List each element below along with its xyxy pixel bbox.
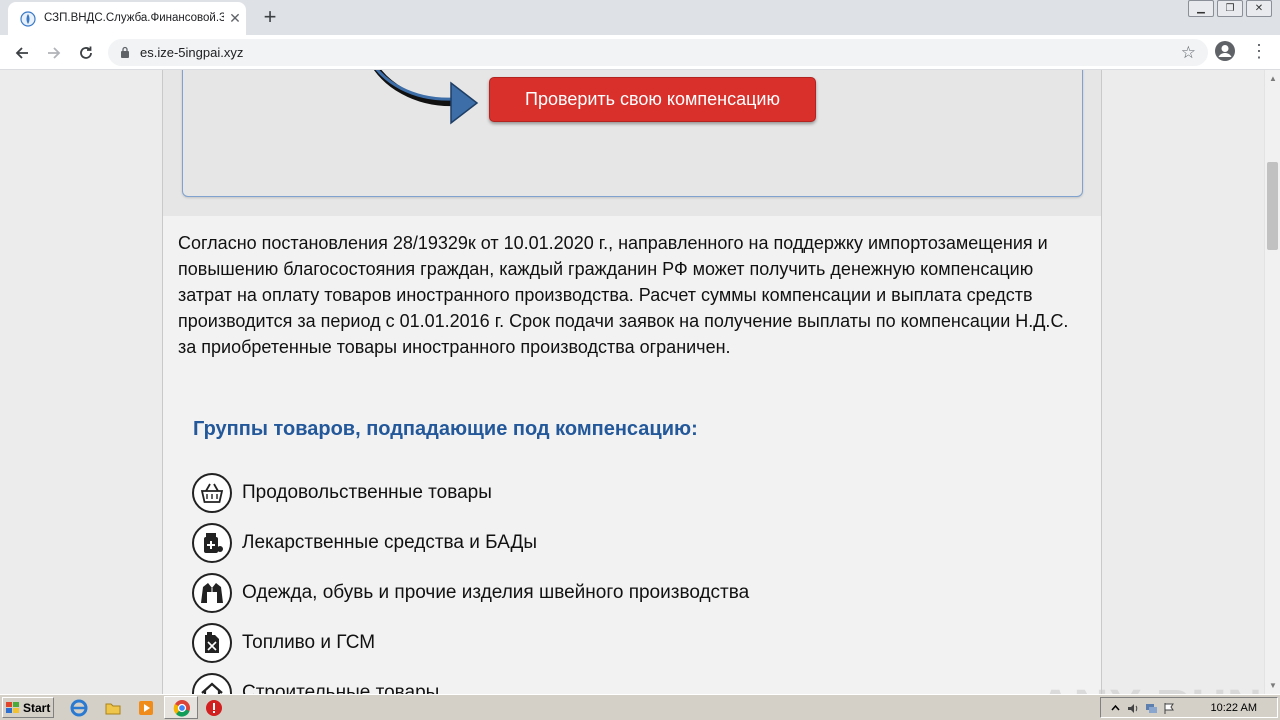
jacket-icon xyxy=(192,573,232,613)
lock-icon xyxy=(121,46,129,58)
close-window-button[interactable]: ✕ xyxy=(1246,0,1272,17)
back-arrow-icon xyxy=(15,47,28,59)
new-tab-button[interactable]: + xyxy=(258,5,282,29)
page-content: Проверить свою компенсацию Согласно пост… xyxy=(162,70,1102,694)
browser-tab[interactable]: СЗП.ВНДС.Служба.Финансовой.За ✕ xyxy=(8,2,246,35)
chrome-taskbar-button[interactable] xyxy=(164,696,198,719)
group-label: Продовольственные товары xyxy=(242,482,492,503)
folder-icon[interactable] xyxy=(104,699,122,717)
house-icon xyxy=(192,673,232,694)
toolbar: es.ize-5ingpai.xyz ☆ xyxy=(0,35,1280,70)
pointing-arrow-icon xyxy=(374,70,479,125)
product-groups-list: Продовольственные товары Лекарственные с… xyxy=(192,473,1052,694)
tab-strip: СЗП.ВНДС.Служба.Финансовой.За ✕ + ▁ ❐ ✕ xyxy=(0,0,1280,35)
window-controls: ▁ ❐ ✕ xyxy=(1185,0,1272,18)
list-item: Топливо и ГСМ xyxy=(192,623,1052,673)
compensation-form: Проверить свою компенсацию xyxy=(182,70,1083,197)
scroll-down-arrow-icon[interactable]: ▼ xyxy=(1269,681,1277,690)
reload-button[interactable] xyxy=(74,41,98,65)
restore-button[interactable]: ❐ xyxy=(1217,0,1243,17)
clock: 10:22 AM xyxy=(1210,702,1257,714)
tray-expand-icon[interactable] xyxy=(1109,702,1122,715)
tab-title: СЗП.ВНДС.Служба.Финансовой.За xyxy=(44,12,224,24)
volume-icon[interactable] xyxy=(1127,702,1140,715)
check-compensation-button[interactable]: Проверить свою компенсацию xyxy=(489,77,816,122)
vertical-scrollbar[interactable]: ▲ ▼ xyxy=(1264,70,1280,694)
medicine-icon xyxy=(192,523,232,563)
address-bar[interactable]: es.ize-5ingpai.xyz ☆ xyxy=(108,39,1208,66)
compensation-form-section: Проверить свою компенсацию xyxy=(163,70,1101,216)
start-button[interactable]: Start xyxy=(2,697,54,718)
url-text: es.ize-5ingpai.xyz xyxy=(140,45,244,60)
reload-icon xyxy=(80,46,92,59)
basket-icon xyxy=(192,473,232,513)
chrome-icon xyxy=(173,700,190,717)
action-center-flag-icon[interactable] xyxy=(1163,702,1176,715)
scroll-up-arrow-icon[interactable]: ▲ xyxy=(1269,74,1277,83)
site-favicon-icon xyxy=(20,11,36,27)
list-item: Одежда, обувь и прочие изделия швейного … xyxy=(192,573,1052,623)
taskbar: Start 10:22 AM xyxy=(0,694,1280,720)
group-label: Одежда, обувь и прочие изделия швейного … xyxy=(242,582,750,603)
group-label: Строительные товары xyxy=(242,682,440,694)
windows-flag-icon xyxy=(6,701,19,713)
network-icon[interactable] xyxy=(1145,702,1158,715)
profile-avatar-icon[interactable] xyxy=(1214,40,1236,62)
watermark-logo: ANY RUN xyxy=(1038,680,1263,694)
list-item: Строительные товары xyxy=(192,673,1052,694)
start-label: Start xyxy=(23,700,51,715)
internet-explorer-icon[interactable] xyxy=(70,699,88,717)
page-viewport: Проверить свою компенсацию Согласно пост… xyxy=(0,70,1264,694)
group-label: Лекарственные средства и БАДы xyxy=(242,532,538,553)
list-item: Продовольственные товары xyxy=(192,473,1052,523)
scroll-thumb[interactable] xyxy=(1267,162,1278,250)
system-tray: 10:22 AM xyxy=(1100,697,1278,718)
forward-arrow-icon xyxy=(48,47,61,59)
group-label: Топливо и ГСМ xyxy=(242,632,376,653)
forward-button[interactable] xyxy=(42,41,66,65)
tab-close-icon[interactable]: ✕ xyxy=(228,11,242,25)
browser-menu-icon[interactable]: ⋮ xyxy=(1250,42,1268,62)
list-item: Лекарственные средства и БАДы xyxy=(192,523,1052,573)
groups-heading: Группы товаров, подпадающие под компенса… xyxy=(193,418,698,440)
bookmark-star-icon[interactable]: ☆ xyxy=(1181,43,1196,63)
media-player-icon[interactable] xyxy=(137,699,155,717)
back-button[interactable] xyxy=(10,41,34,65)
stop-sign-icon[interactable] xyxy=(205,699,223,717)
fuel-can-icon xyxy=(192,623,232,663)
minimize-button[interactable]: ▁ xyxy=(1188,0,1214,17)
intro-paragraph: Согласно постановления 28/19329к от 10.0… xyxy=(178,233,1069,357)
